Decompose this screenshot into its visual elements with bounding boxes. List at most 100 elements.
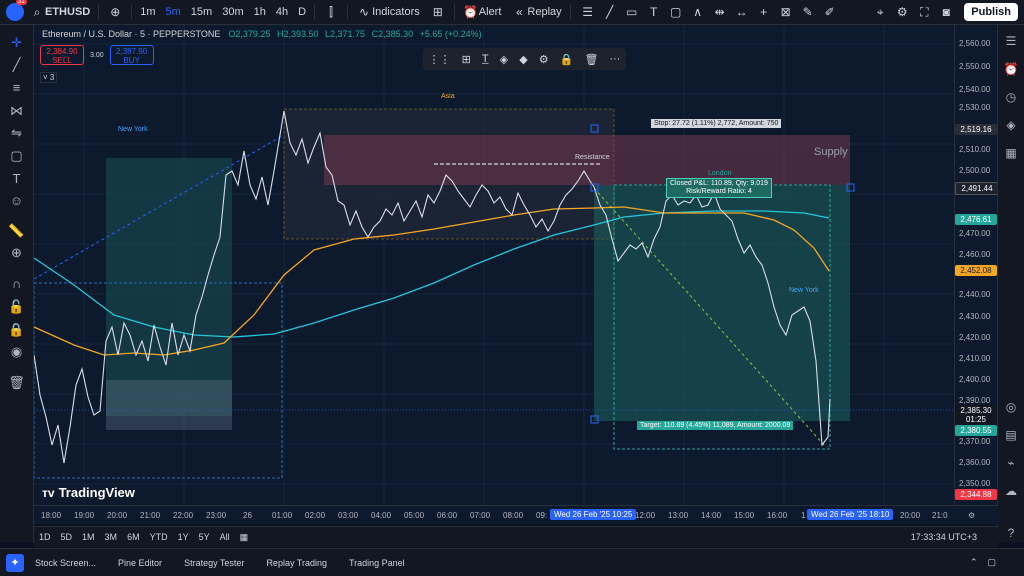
top-toolbar: 31 ⌕ ETHUSD ⊕ 1m 5m 15m 30m 1h 4h D ⫿ ∿ In… xyxy=(0,0,1024,25)
chat-icon[interactable]: ☁ xyxy=(1003,483,1019,499)
magnet-icon[interactable]: ∩ xyxy=(8,275,25,292)
zoom-icon[interactable]: ⊕ xyxy=(8,244,25,261)
trash-icon[interactable]: 🗑 xyxy=(8,374,25,391)
text-tool-icon[interactable]: T xyxy=(646,4,662,20)
maximize-panel-icon[interactable]: ▢ xyxy=(987,557,996,568)
forecast-icon[interactable]: ⊠ xyxy=(778,4,794,20)
range-3m[interactable]: 3M xyxy=(100,532,123,542)
object-tree-icon[interactable]: ⌖ xyxy=(872,4,888,20)
range-all[interactable]: All xyxy=(215,532,235,542)
lock-icon[interactable]: 🔒 xyxy=(8,321,25,338)
search-icon: ⌕ xyxy=(33,4,41,19)
collapse-panel-icon[interactable]: ⌃ xyxy=(970,557,978,568)
indicators-button[interactable]: ∿ Indicators xyxy=(351,0,425,24)
camera-icon[interactable]: ◙ xyxy=(938,4,954,20)
hotlist-icon[interactable]: ▤ xyxy=(1003,427,1019,443)
buy-button[interactable]: 2,387.90 BUY xyxy=(109,45,154,65)
templates-button[interactable]: ⊞ xyxy=(425,0,451,24)
utc-clock[interactable]: 17:33:34 UTC+3 xyxy=(906,532,982,542)
range-5d[interactable]: 5D xyxy=(56,532,78,542)
tab-pine-editor[interactable]: Pine Editor xyxy=(107,558,173,568)
range-1m[interactable]: 1M xyxy=(77,532,100,542)
star-icon[interactable]: ✦ xyxy=(6,553,24,572)
chart-canvas[interactable] xyxy=(34,25,954,505)
tf-1m[interactable]: 1m xyxy=(135,0,160,24)
measure-icon[interactable]: ⇋ xyxy=(8,124,25,141)
tf-30m[interactable]: 30m xyxy=(217,0,248,24)
range-1y[interactable]: 1Y xyxy=(173,532,194,542)
trendline-icon[interactable]: ╱ xyxy=(8,56,25,73)
help-icon[interactable]: ? xyxy=(1003,525,1019,541)
pen-icon[interactable]: ⌁ xyxy=(1003,455,1019,471)
crosshair-icon[interactable]: ✛ xyxy=(8,34,25,51)
settings-icon[interactable]: ⚙ xyxy=(894,4,910,20)
add-symbol-button[interactable]: ⊕ xyxy=(102,0,128,24)
drag-handle-icon[interactable]: ⋮⋮ xyxy=(429,53,451,66)
fib-icon[interactable]: ≡ xyxy=(8,79,25,96)
change-value: +5.65 (+0.24%) xyxy=(419,29,482,39)
line-color-icon[interactable]: ◆ xyxy=(519,53,527,66)
tf-4h[interactable]: 4h xyxy=(271,0,293,24)
fullscreen-icon[interactable]: ⛶ xyxy=(916,4,932,20)
layers-icon[interactable]: ◈ xyxy=(1003,117,1019,133)
brush-icon[interactable]: ✎ xyxy=(800,4,816,20)
alerts-icon[interactable]: ⏰ xyxy=(1003,61,1019,77)
text-style-icon[interactable]: T̲ xyxy=(482,53,489,65)
tf-d[interactable]: D xyxy=(293,0,311,24)
sell-button[interactable]: 2,384.90 SELL xyxy=(40,45,84,65)
alert-button[interactable]: ⏰ Alert xyxy=(458,0,507,24)
fill-color-icon[interactable]: ◈ xyxy=(500,53,508,66)
chart-type-button[interactable]: ⫿ xyxy=(318,0,344,24)
pattern-icon[interactable]: ⋈ xyxy=(8,102,25,119)
symbol-search-button[interactable]: ⌕ ETHUSD xyxy=(24,0,95,24)
tab-strategy-tester[interactable]: Strategy Tester xyxy=(173,558,255,568)
publish-button[interactable]: Publish xyxy=(964,3,1018,21)
legend-title[interactable]: Ethereum / U.S. Dollar · 5 · PEPPERSTONE xyxy=(42,29,220,39)
lock-drawings-icon[interactable]: 🔓 xyxy=(8,298,25,315)
range-ytd[interactable]: YTD xyxy=(145,532,173,542)
price-axis[interactable]: 2,560.00 2,550.00 2,540.00 2,530.00 2,51… xyxy=(954,25,999,505)
range-1d[interactable]: 1D xyxy=(34,532,56,542)
indicator-collapse-button[interactable]: ˅ 3 xyxy=(40,72,58,83)
tf-5m[interactable]: 5m xyxy=(161,0,186,24)
callout-icon[interactable]: ▭ xyxy=(624,4,640,20)
tab-trading-panel[interactable]: Trading Panel xyxy=(338,558,416,568)
lock-icon[interactable]: 🔒 xyxy=(560,53,574,66)
ruler-icon[interactable]: 📏 xyxy=(8,222,25,239)
plus-icon[interactable]: + xyxy=(756,4,772,20)
range-icon[interactable]: ⇹ xyxy=(712,4,728,20)
tab-replay-trading[interactable]: Replay Trading xyxy=(255,558,338,568)
menu-lines-icon[interactable]: ☰ xyxy=(580,4,596,20)
rectangle-icon[interactable]: ▢ xyxy=(8,147,25,164)
symbol-label: ETHUSD xyxy=(45,6,91,18)
tf-1h[interactable]: 1h xyxy=(249,0,271,24)
tf-15m[interactable]: 15m xyxy=(186,0,217,24)
path-icon[interactable]: ∧ xyxy=(690,4,706,20)
calendar-icon[interactable]: ▦ xyxy=(1003,145,1019,161)
more-icon[interactable]: ··· xyxy=(609,53,620,65)
range-5y[interactable]: 5Y xyxy=(194,532,215,542)
chart-pane[interactable]: Ethereum / U.S. Dollar · 5 · PEPPERSTONE… xyxy=(34,25,954,505)
settings-icon[interactable]: ⚙ xyxy=(539,53,549,66)
watchlist-icon[interactable]: ☰ xyxy=(1003,33,1019,49)
open-value: O2,379.25 xyxy=(228,29,271,39)
axis-settings-icon[interactable]: ⚙ xyxy=(968,511,975,520)
range-6m[interactable]: 6M xyxy=(122,532,145,542)
goto-date-icon[interactable]: ▦ xyxy=(235,532,254,543)
pencil-icon[interactable]: ✐ xyxy=(822,4,838,20)
eye-icon[interactable]: ◉ xyxy=(8,343,25,360)
price-tag-current: 2,385.30 01:25 xyxy=(955,405,997,425)
line-tool-icon[interactable]: ╱ xyxy=(602,4,618,20)
news-icon[interactable]: ◷ xyxy=(1003,89,1019,105)
avatar[interactable]: 31 xyxy=(6,0,27,21)
arrows-icon[interactable]: ↔ xyxy=(734,4,750,20)
template-icon[interactable]: ⊞ xyxy=(462,53,471,66)
signal-icon[interactable]: ◎ xyxy=(1003,399,1019,415)
replay-button[interactable]: « Replay xyxy=(506,0,566,24)
text-icon[interactable]: T xyxy=(8,170,25,187)
trash-icon[interactable]: 🗑 xyxy=(584,53,598,66)
tab-stock-screener[interactable]: Stock Screen... xyxy=(24,558,107,568)
time-axis[interactable]: 18:00 19:00 20:00 21:00 22:00 23:00 26 0… xyxy=(34,505,998,524)
emoji-icon[interactable]: ☺ xyxy=(8,192,25,209)
rectangle-tool-icon[interactable]: ▢ xyxy=(668,4,684,20)
